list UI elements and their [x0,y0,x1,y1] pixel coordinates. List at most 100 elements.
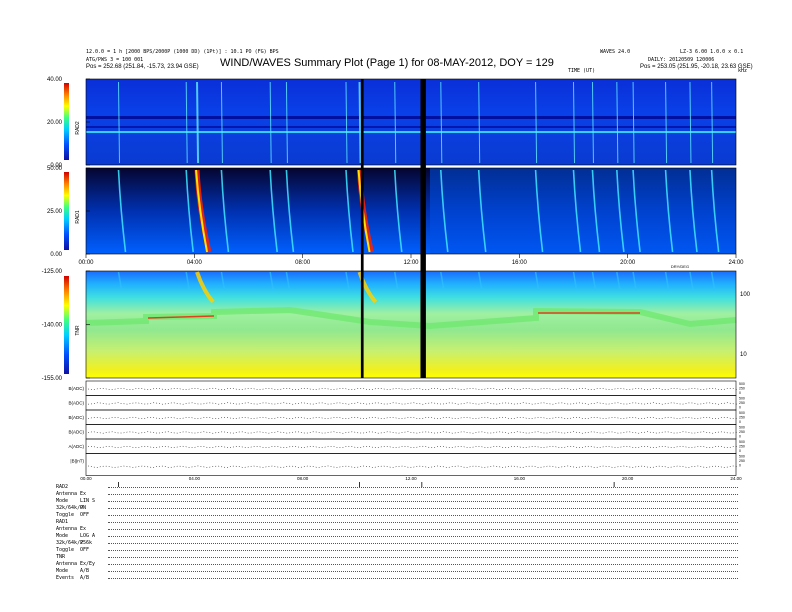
rad2-burst [196,81,200,164]
footer-row: Antenna Ex [56,526,746,533]
time-tick-label: 04:00 [187,260,203,266]
strip-right-tick: 500 [739,440,745,444]
tnr-tick-label: -125.00 [42,269,63,275]
footer-row-dots [108,543,738,544]
strip-right-tick: 0 [739,464,741,468]
footer-row-label: Antenna [56,491,78,497]
footer-row-label: Mode [56,533,69,539]
rad1-tick-label: 50.00 [47,166,63,172]
strip-right-tick: 0 [739,449,741,453]
strip-right-tick: 500 [739,411,745,415]
data-gap [360,79,364,378]
time-tick-label: 12:00 [403,260,419,266]
footer-row: RAD2 [56,484,746,491]
footer-row: Mode LIN S [56,498,746,505]
strip-right-tick: 500 [739,426,745,430]
rad1-panel [85,167,737,255]
strip-label: B(ADC) [69,430,85,435]
tnr-panel [85,270,737,379]
bottom-time-label: 24.00 [730,476,742,481]
rad2-band [86,116,736,119]
footer-row-value: LOG A [80,533,96,539]
parameter-strips: B(ADC)5002500B(ADC)5002500B(ADC)5002500B… [69,380,745,476]
footer-row-dots [108,578,738,579]
bottom-time-label: 00.00 [80,476,92,481]
strip-right-tick: 250 [739,445,745,449]
tnr-right-tick-label: 10 [740,352,747,358]
footer-row: Events A/B [56,575,746,582]
strip-right-tick: 250 [739,459,745,463]
rad2-band [86,131,736,133]
strip-frame [85,453,737,476]
footer-row-label: Toggle [56,547,75,553]
rad1-tick-label: 25.00 [47,209,63,215]
footer-row-dots [108,571,738,572]
strip-right-tick: 250 [739,387,745,391]
footer-row-dots [108,501,738,502]
strip-right-tick: 500 [739,382,745,386]
footer-row-label: Antenna [56,561,78,567]
strip-trace [87,431,739,434]
footer-row-value: ON [80,505,87,511]
tnr-top-label: DRY/DEG [671,264,689,269]
strip-frame [85,395,737,411]
strip-trace [87,387,739,391]
footer-row-dots [108,522,738,523]
footer-row-value: 256k [80,540,93,546]
strip-trace [87,465,739,468]
strip-right-tick: 500 [739,455,745,459]
footer-row-value: Ex/Ey [80,561,96,567]
strip-right-tick: 250 [739,416,745,420]
bottom-time-label: 08.00 [297,476,309,481]
time-tick-label: 08:00 [295,260,311,266]
footer-row-value: Ex [80,526,87,532]
footer-row: Mode A/B [56,568,746,575]
footer-row-dots [108,515,738,516]
strip-right-tick: 0 [739,391,741,395]
footer-row-value: OFF [80,512,90,518]
strip-trace [87,445,739,449]
strip-right-tick: 250 [739,401,745,405]
footer-row-label: Events [56,575,75,581]
footer-row: RAD1 [56,519,746,526]
footer-row: Toggle OFF [56,512,746,519]
time-tick-label: 20:00 [620,260,636,266]
strip-right-tick: 0 [739,420,741,424]
footer-row-value: Ex [80,491,87,497]
footer-row-value: A/B [80,575,90,581]
time-tick-label: 16:00 [512,260,528,266]
strip-trace [87,416,739,420]
footer-row: Toggle OFF [56,547,746,554]
tnr-axis-label: TNR [75,325,81,336]
strip-right-tick: 0 [739,406,741,410]
footer-row-dots [108,550,738,551]
rad1-axis-label: RAD1 [75,210,81,224]
rad2-band [86,126,736,128]
tnr-right-tick-label: 100 [740,292,751,298]
footer-row-value: OFF [80,547,90,553]
rad2-background [86,79,736,165]
footer-row-dots [108,494,738,495]
strip-label: |B|(nT) [70,459,84,464]
footer-row-value: LIN S [80,498,96,504]
rad1-colorbar [64,172,69,250]
footer-row-label: Antenna [56,526,78,532]
footer-row-label: Mode [56,568,69,574]
rad2-colorbar [64,83,69,160]
strip-label: B(ADC) [69,415,85,420]
time-tick-label: 24:00 [728,260,744,266]
bottom-time-label: 04.00 [189,476,201,481]
footer-row-dots [108,564,738,565]
footer-row: Antenna Ex [56,491,746,498]
tnr-tick-label: -140.00 [42,323,63,329]
footer-row-dots [108,529,738,530]
rad2-panel [85,78,737,166]
rad2-tick-label: 20.00 [47,120,63,126]
footer-row-label: Toggle [56,512,75,518]
footer-row-value: A/B [80,568,90,574]
rad2-burst [358,81,362,164]
footer-row-dots [108,536,738,537]
strip-right-tick: 250 [739,430,745,434]
tnr-tick-label: -155.00 [42,376,63,382]
footer-row: TNR [56,554,746,561]
